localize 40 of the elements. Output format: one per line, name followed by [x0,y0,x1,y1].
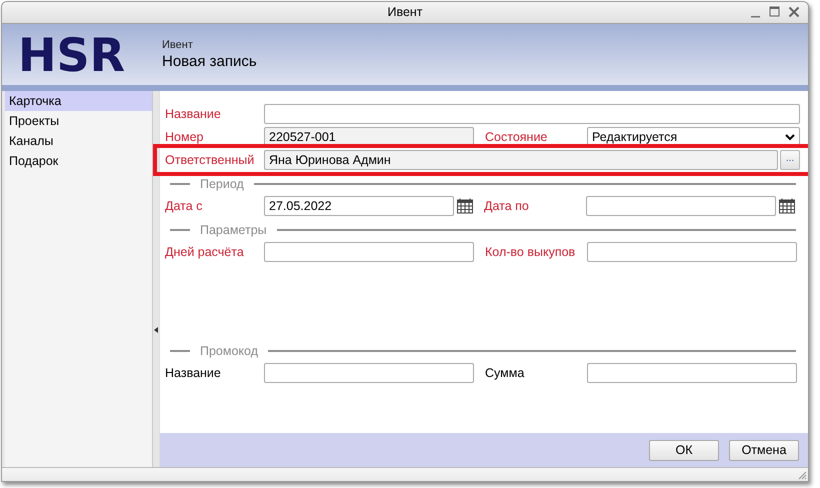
field-label: Название [165,106,222,123]
calendar-icon[interactable] [779,198,795,214]
browse-button[interactable]: ... [780,150,800,170]
resize-grip-icon[interactable] [797,470,807,480]
date-field[interactable]: 27.05.2022 [264,196,454,216]
sidebar-item[interactable]: Проекты [5,111,152,131]
field-label: Ответственный [165,152,256,169]
close-icon[interactable] [788,6,800,18]
lookup-field[interactable]: Яна Юринова Админ [264,150,778,170]
field-label: Дата с [165,198,204,215]
section-title: Период [200,176,244,193]
logo: HSR [17,30,126,80]
sidebar-item[interactable]: Подарок [5,151,152,171]
field-label: Номер [165,128,204,146]
text-field[interactable] [264,242,474,262]
text-field[interactable] [587,242,797,262]
sidebar-item[interactable]: Каналы [5,131,152,151]
dialog-button[interactable]: ОК [649,440,719,460]
date-field[interactable] [586,196,776,216]
section-title: Параметры [200,222,267,239]
text-field[interactable] [264,104,800,124]
collapse-arrow-icon[interactable] [154,327,158,333]
section-title: Промокод [200,342,258,360]
field-label: Дата по [484,198,530,215]
field-label: Название [165,364,222,382]
text-field[interactable] [587,363,797,383]
window-title: Ивент [387,4,423,22]
chevron-down-icon[interactable] [785,134,795,140]
header-subtitle: Ивент [162,38,194,53]
field-label: Состояние [485,128,548,146]
text-field[interactable] [264,363,474,383]
header-title: Новая запись [162,53,257,72]
field-label: Дней расчёта [165,244,245,261]
sidebar-item[interactable]: Карточка [5,91,152,111]
dialog-button[interactable]: Отмена [729,440,799,460]
field-label: Сумма [485,364,526,382]
calendar-icon[interactable] [457,198,473,214]
maximize-icon[interactable] [769,6,780,18]
splitter[interactable] [152,91,159,467]
field-label: Кол-во выкупов [485,244,576,261]
